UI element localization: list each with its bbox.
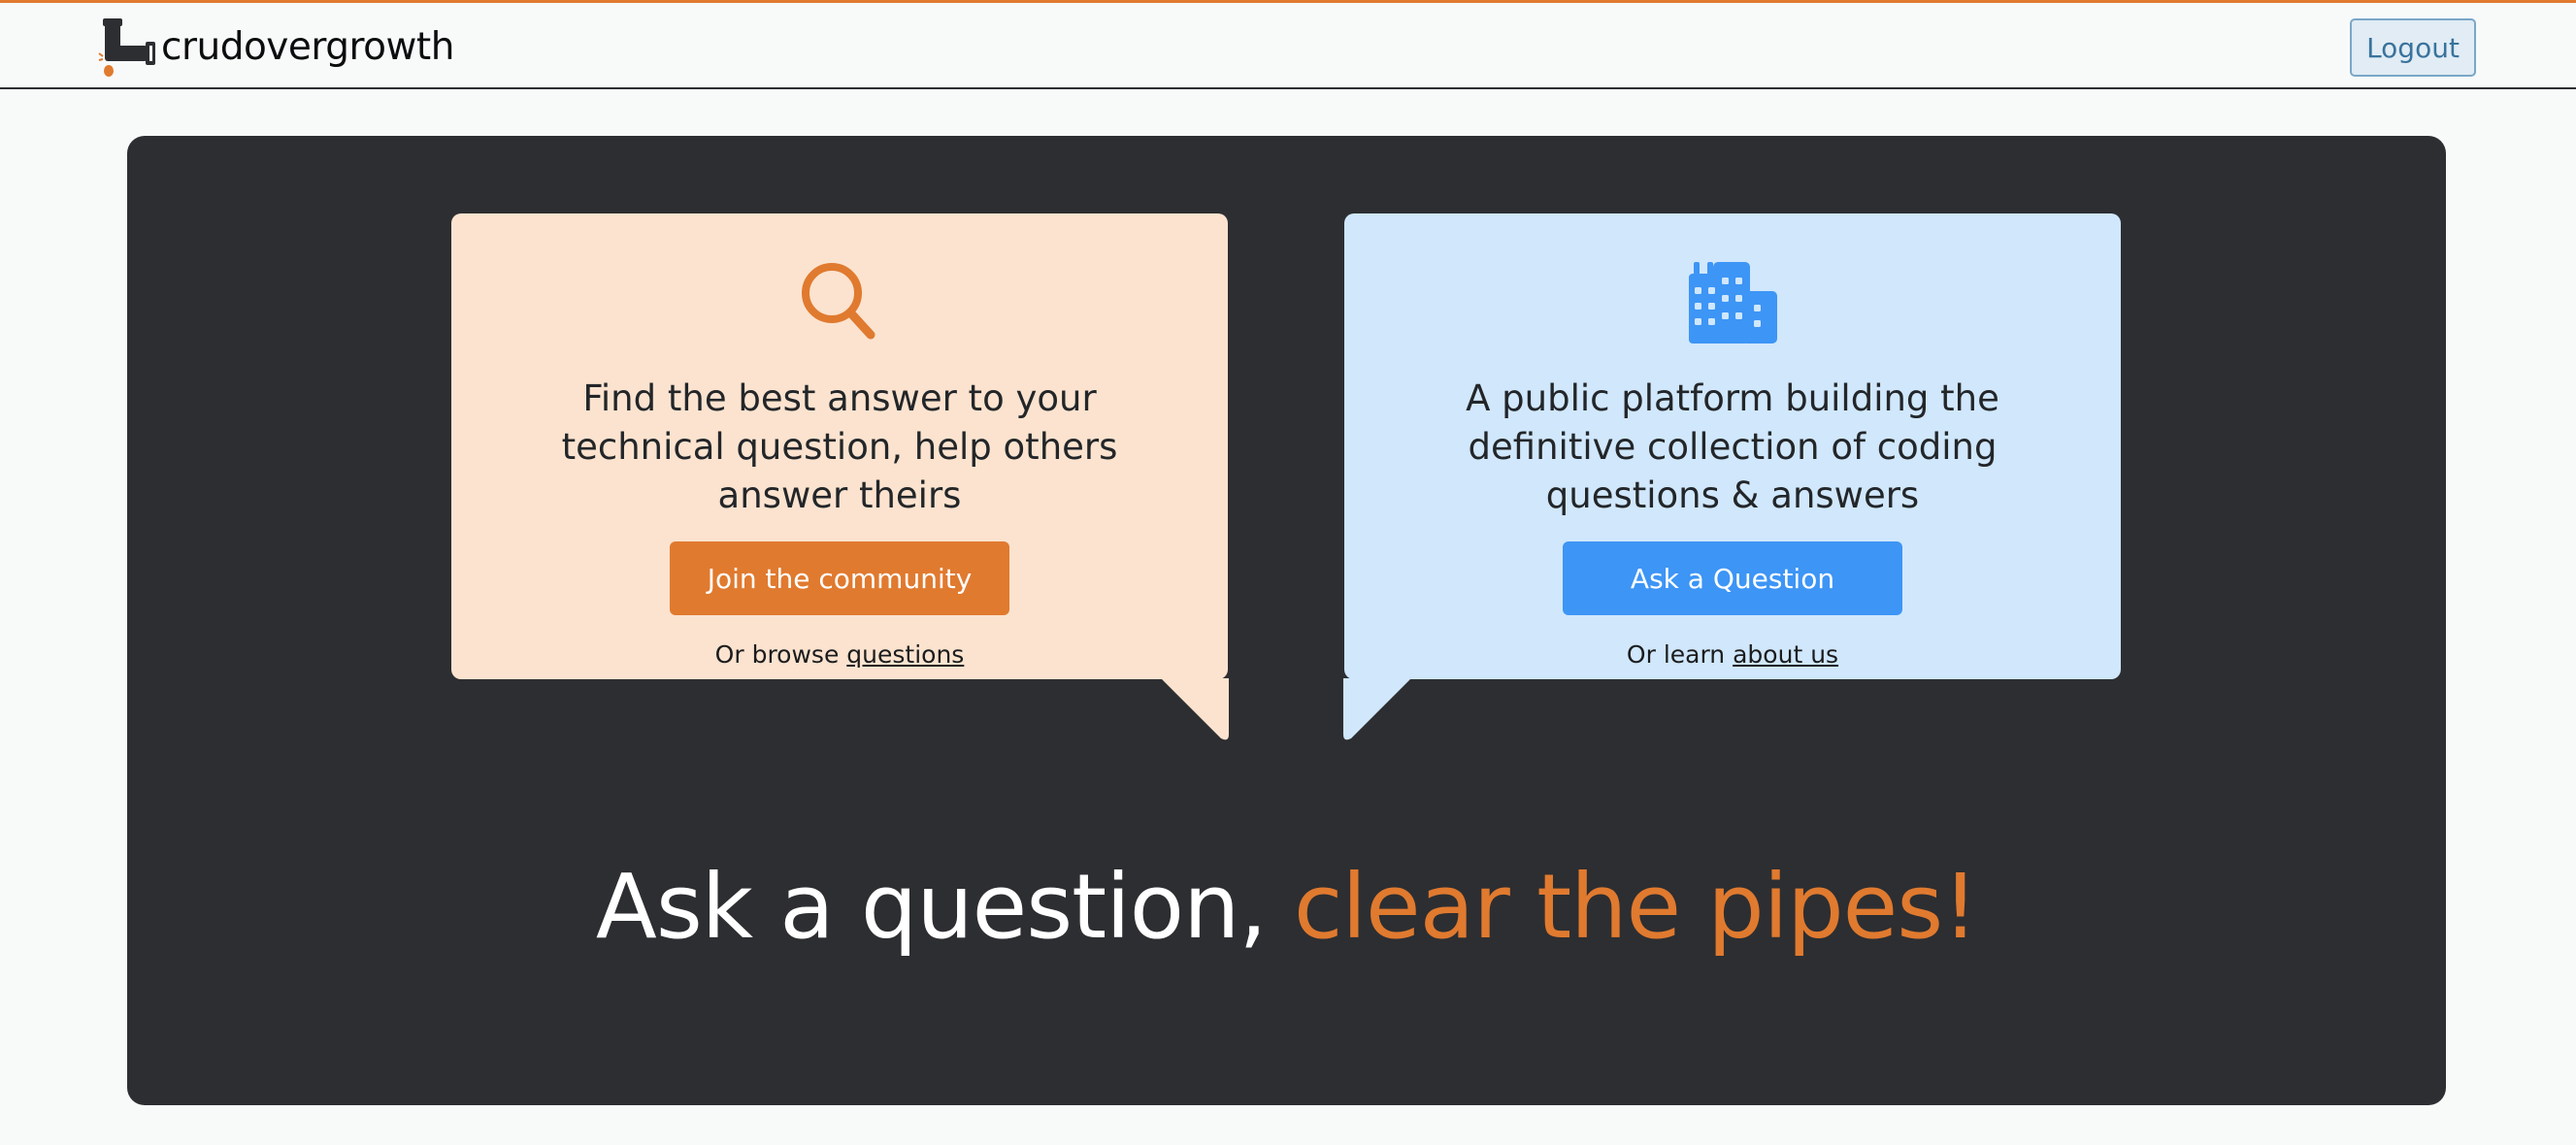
questions-link[interactable]: questions [846,640,964,669]
learn-about-line: Or learn about us [1627,640,1838,669]
ask-question-button[interactable]: Ask a Question [1563,541,1902,615]
about-us-link[interactable]: about us [1733,640,1838,669]
community-card-text: Find the best answer to your technical q… [561,377,1118,516]
hero-section: Find the best answer to your technical q… [127,136,2446,1105]
building-icon [1689,262,1777,344]
browse-questions-line: Or browse questions [715,640,965,669]
community-card: Find the best answer to your technical q… [451,213,1229,740]
learn-prefix: Or learn [1626,640,1734,669]
join-community-button[interactable]: Join the community [670,541,1009,615]
headline-part-white: Ask a question, [595,855,1294,959]
platform-card: A public platform building the definitiv… [1343,213,2121,740]
site-logo[interactable]: crudovergrowth [97,16,454,77]
top-navbar: crudovergrowth Logout [0,0,2576,89]
speech-tail [1161,678,1229,740]
search-icon [802,263,875,340]
platform-card-text: A public platform building the definitiv… [1466,377,1999,516]
logout-button[interactable]: Logout [2350,18,2476,77]
logo-text: crudovergrowth [161,24,454,69]
hero-headline: Ask a question, clear the pipes! [127,854,2446,961]
speech-tail [1343,678,1411,740]
browse-prefix: Or browse [714,640,847,669]
pipe-logo-icon [98,18,155,77]
headline-part-orange: clear the pipes! [1293,855,1978,959]
